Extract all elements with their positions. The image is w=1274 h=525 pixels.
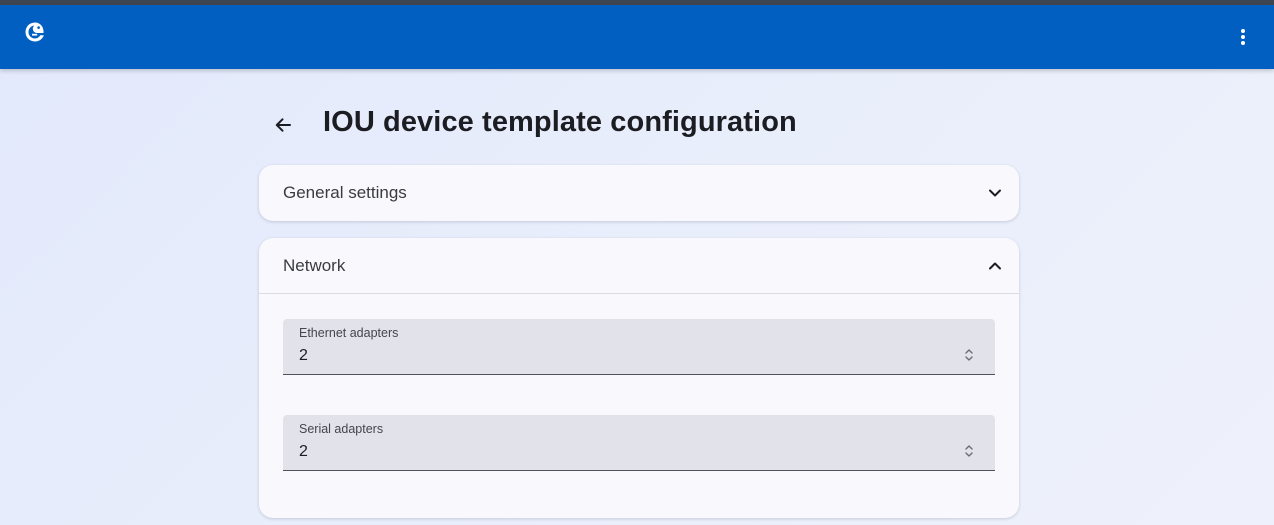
- serial-adapters-input[interactable]: [299, 441, 939, 463]
- general-settings-panel: General settings: [259, 165, 1019, 221]
- more-vert-icon[interactable]: [1228, 22, 1258, 52]
- ethernet-adapters-label: Ethernet adapters: [299, 326, 399, 340]
- ethernet-adapters-stepper[interactable]: [961, 345, 977, 365]
- serial-adapters-stepper[interactable]: [961, 441, 977, 461]
- serial-adapters-label: Serial adapters: [299, 422, 384, 436]
- chevron-down-icon: [983, 181, 1007, 205]
- page-title: IOU device template configuration: [323, 106, 797, 138]
- network-header[interactable]: Network: [259, 238, 1019, 294]
- network-title: Network: [283, 255, 346, 275]
- ethernet-adapters-input[interactable]: [299, 345, 939, 367]
- app-toolbar: [0, 5, 1274, 69]
- general-settings-header[interactable]: General settings: [259, 165, 1019, 221]
- arrow-back-icon[interactable]: [268, 110, 298, 140]
- chevron-up-icon: [983, 254, 1007, 278]
- general-settings-title: General settings: [283, 183, 407, 202]
- serial-adapters-field[interactable]: Serial adapters: [283, 415, 995, 471]
- network-panel: Network Ethernet adapters Serial adapter…: [259, 238, 1019, 518]
- gns3-logo-icon[interactable]: [23, 20, 47, 44]
- ethernet-adapters-field[interactable]: Ethernet adapters: [283, 319, 995, 375]
